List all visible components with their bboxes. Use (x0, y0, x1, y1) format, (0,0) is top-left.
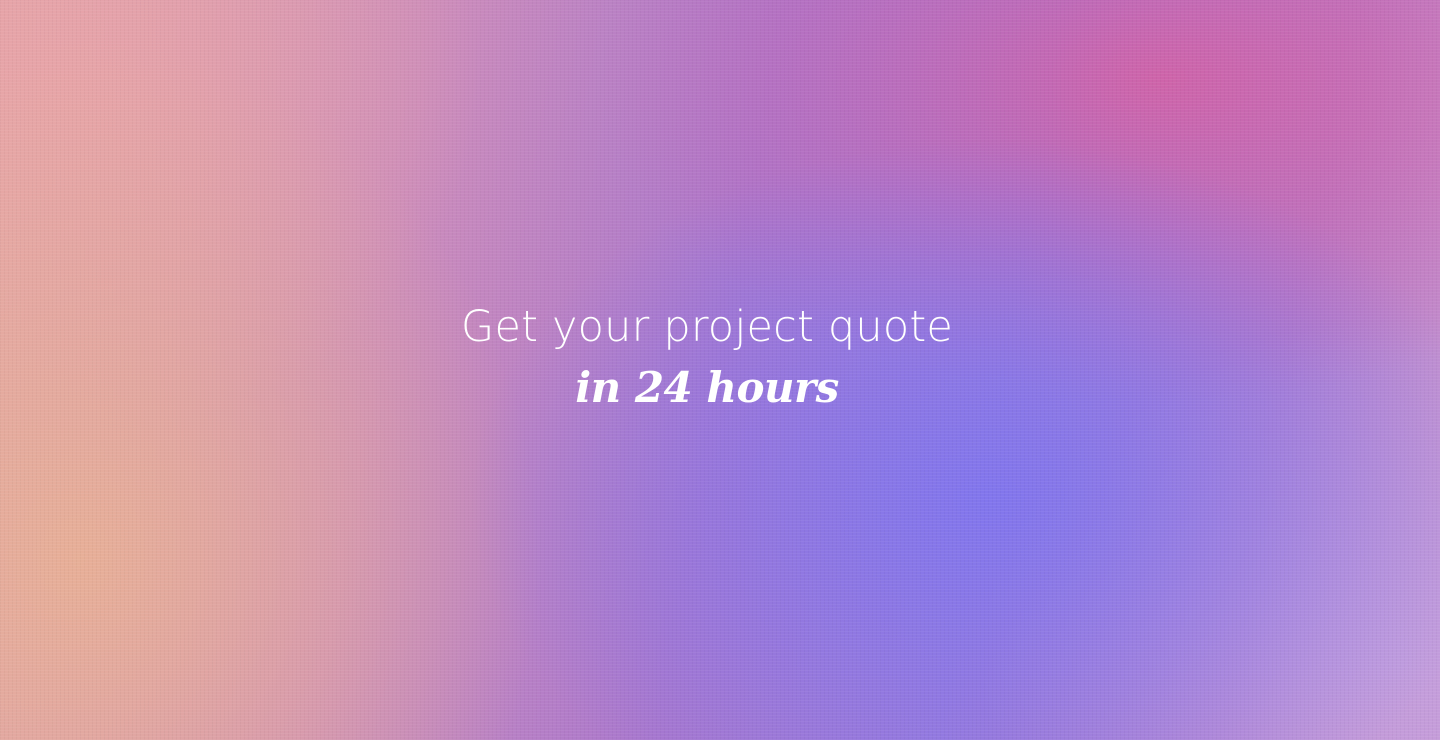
hero-headline: Get your project quote in 24 hours (0, 298, 1414, 420)
hero-banner: Get your project quote in 24 hours (0, 0, 1440, 740)
headline-emphasis: in 24 hours (575, 363, 839, 412)
headline-primary: Get your project quote (460, 302, 954, 352)
